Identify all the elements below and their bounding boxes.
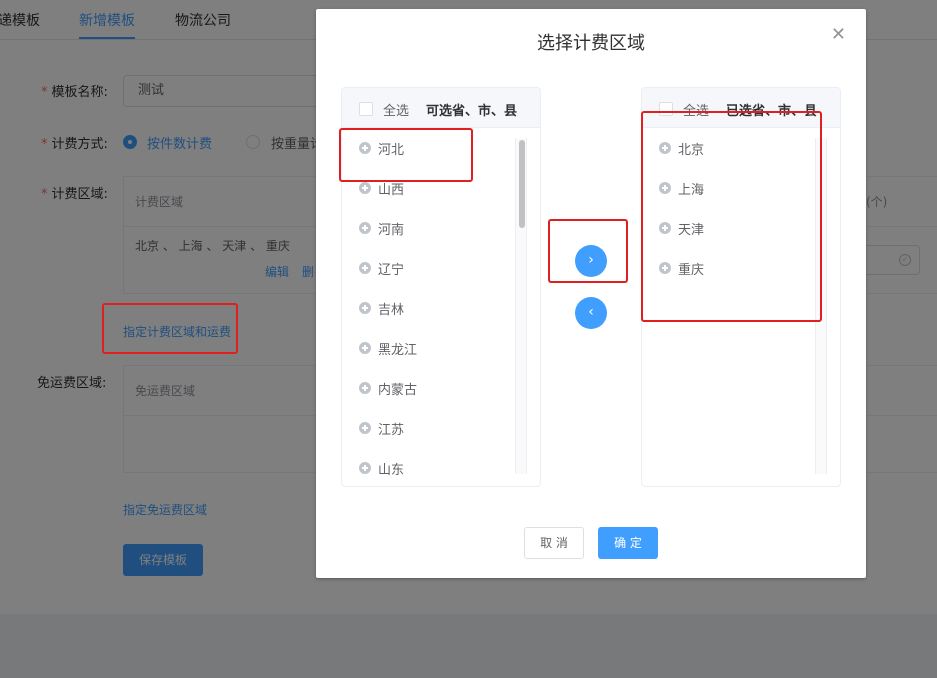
plus-circle-icon	[359, 262, 371, 274]
select-all-available-label[interactable]: 全选	[383, 100, 409, 119]
plus-circle-icon	[359, 342, 371, 354]
plus-circle-icon	[359, 462, 371, 474]
confirm-button[interactable]: 确 定	[598, 527, 658, 559]
select-all-available-checkbox[interactable]	[359, 102, 373, 116]
available-region-list: 河北 山西 河南 辽宁 吉林 黑龙江 内蒙古 江苏 山东	[342, 129, 518, 486]
close-icon[interactable]: ✕	[831, 25, 846, 45]
annotation-box-move-button	[548, 219, 628, 283]
list-item[interactable]: 吉林	[342, 289, 518, 329]
cancel-button[interactable]: 取 消	[524, 527, 584, 559]
plus-circle-icon	[359, 302, 371, 314]
available-panel-header: 全选 可选省、市、县	[342, 88, 540, 128]
available-list-scroll-thumb[interactable]	[519, 140, 525, 228]
list-item[interactable]: 内蒙古	[342, 369, 518, 409]
list-item[interactable]: 辽宁	[342, 249, 518, 289]
list-item[interactable]: 江苏	[342, 409, 518, 449]
plus-circle-icon	[359, 422, 371, 434]
annotation-box-assign-link	[102, 303, 238, 354]
move-left-button[interactable]: ‹	[575, 297, 607, 329]
plus-circle-icon	[359, 382, 371, 394]
list-item[interactable]: 河南	[342, 209, 518, 249]
plus-circle-icon	[359, 182, 371, 194]
annotation-box-first-item	[339, 128, 473, 182]
list-item[interactable]: 黑龙江	[342, 329, 518, 369]
chevron-left-icon: ‹	[588, 304, 594, 320]
dialog-title: 选择计费区域	[537, 33, 645, 54]
select-area-dialog: 选择计费区域 ✕ 全选 可选省、市、县 河北 山西 河南 辽宁 吉林 黑龙江 内…	[316, 9, 866, 578]
plus-circle-icon	[359, 222, 371, 234]
annotation-box-selected-list	[641, 111, 822, 322]
available-panel-title: 可选省、市、县	[426, 104, 518, 119]
list-item[interactable]: 山东	[342, 449, 518, 486]
